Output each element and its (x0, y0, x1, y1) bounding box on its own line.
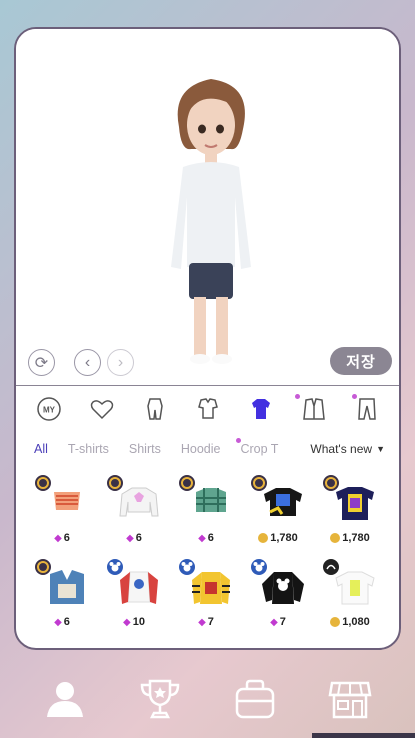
sweatshirt-icon (119, 487, 159, 517)
gem-icon: ◆ (123, 616, 131, 628)
sort-label: What's new (310, 442, 373, 456)
home-indicator (312, 733, 415, 738)
nav-shop[interactable] (320, 669, 380, 729)
item-card[interactable]: 1,780 (242, 470, 314, 554)
item-price: ◆ 10 (98, 616, 170, 628)
category-bar: MY (16, 386, 399, 432)
coin-icon (258, 533, 269, 543)
item-card[interactable]: ◆ 7 (242, 554, 314, 638)
plaid-shirt-icon (196, 488, 226, 512)
my-icon: MY (36, 397, 61, 421)
svg-text:MY: MY (43, 406, 56, 415)
gem-icon: ◆ (270, 616, 278, 628)
new-indicator (352, 394, 357, 399)
price-value: 10 (132, 616, 145, 628)
category-jumpsuit[interactable] (128, 392, 181, 426)
price-value: 6 (63, 616, 70, 628)
category-jacket[interactable] (287, 392, 340, 426)
item-card[interactable]: ◆ 6 (26, 470, 98, 554)
sweatshirt-icon (262, 572, 304, 604)
jacket-icon (302, 398, 325, 420)
long-sleeve-tee-icon (192, 572, 230, 604)
subcategory-bar: All T-shirts Shirts Hoodie Crop T What's… (16, 432, 399, 466)
item-price: ◆ 7 (242, 616, 314, 628)
item-card[interactable]: ◆ 7 (170, 554, 242, 638)
item-card[interactable]: 1,080 (314, 554, 386, 638)
item-price: 1,080 (314, 616, 386, 628)
item-price: ◆ 6 (26, 616, 98, 628)
chevron-down-icon: ▼ (376, 444, 385, 454)
denim-vest-icon (50, 570, 84, 604)
tab-crop-t[interactable]: Crop T (236, 438, 279, 456)
item-price: 1,780 (242, 532, 314, 544)
price-value: 6 (135, 532, 142, 544)
sort-dropdown[interactable]: What's new ▼ (310, 442, 385, 456)
category-tshirt-selected[interactable] (234, 392, 287, 426)
pants-icon (357, 398, 376, 420)
tab-shirts[interactable]: Shirts (129, 442, 161, 456)
price-value: 6 (63, 532, 70, 544)
nav-profile[interactable] (35, 669, 95, 729)
price-value: 1,780 (342, 532, 370, 544)
item-card[interactable]: ◆ 6 (26, 554, 98, 638)
item-card[interactable]: 1,780 (314, 470, 386, 554)
crop-top-icon (54, 492, 80, 510)
item-price: ◆ 7 (170, 616, 242, 628)
gem-icon: ◆ (126, 532, 134, 544)
tab-tshirts[interactable]: T-shirts (68, 442, 109, 456)
category-pants[interactable] (340, 392, 393, 426)
graphic-tee-icon (264, 488, 302, 516)
item-price: ◆ 6 (98, 532, 170, 544)
item-card[interactable]: ◆ 6 (98, 470, 170, 554)
tab-all[interactable]: All (34, 442, 48, 456)
avatar-closet-panel: ⟳ ‹ › 저장 MY All T-shirts Shirts Hoodie C… (14, 27, 401, 650)
gem-icon: ◆ (54, 616, 62, 628)
item-card[interactable]: ◆ 10 (98, 554, 170, 638)
price-value: 7 (207, 616, 214, 628)
category-favorites[interactable] (75, 392, 128, 426)
price-value: 1,080 (342, 616, 370, 628)
gem-icon: ◆ (198, 532, 206, 544)
rotate-icon[interactable]: ⟳ (28, 349, 55, 376)
tshirt-icon (335, 571, 375, 605)
chevron-left-icon[interactable]: ‹ (74, 349, 101, 376)
avatar-figure[interactable] (161, 67, 261, 367)
tshirt-icon (251, 399, 270, 419)
bottom-nav (0, 660, 415, 738)
avatar-stage: ⟳ ‹ › 저장 (16, 29, 399, 385)
coin-icon (330, 617, 341, 627)
coin-icon (330, 533, 341, 543)
category-outfit-set[interactable] (181, 392, 234, 426)
price-value: 1,780 (270, 532, 298, 544)
new-indicator (295, 394, 300, 399)
item-card[interactable]: ◆ 6 (170, 470, 242, 554)
jumpsuit-icon (146, 398, 163, 420)
gem-icon: ◆ (198, 616, 206, 628)
outfit-set-icon (197, 398, 218, 419)
price-value: 7 (279, 616, 286, 628)
item-price: 1,780 (314, 532, 386, 544)
item-price: ◆ 6 (170, 532, 242, 544)
sweatshirt-icon (120, 571, 158, 604)
item-price: ◆ 6 (26, 532, 98, 544)
price-value: 6 (207, 532, 214, 544)
save-button[interactable]: 저장 (330, 347, 392, 375)
category-my[interactable]: MY (22, 392, 75, 426)
graphic-tee-icon (336, 487, 374, 520)
profile-icon (47, 682, 84, 717)
bag-icon (235, 679, 275, 719)
gem-icon: ◆ (54, 532, 62, 544)
nav-challenges[interactable] (130, 669, 190, 729)
heart-icon (90, 400, 113, 420)
tab-crop-t-label: Crop T (240, 442, 279, 456)
nav-inventory[interactable] (225, 669, 285, 729)
trophy-icon (140, 679, 180, 719)
item-grid: ◆ 6 ◆ 6 ◆ 6 1,780 1,780 ◆ 6 ◆ 10 ◆ 7 ◆ 7… (16, 466, 399, 638)
shop-icon (328, 681, 372, 719)
tab-hoodie[interactable]: Hoodie (181, 442, 221, 456)
chevron-right-icon[interactable]: › (107, 349, 134, 376)
